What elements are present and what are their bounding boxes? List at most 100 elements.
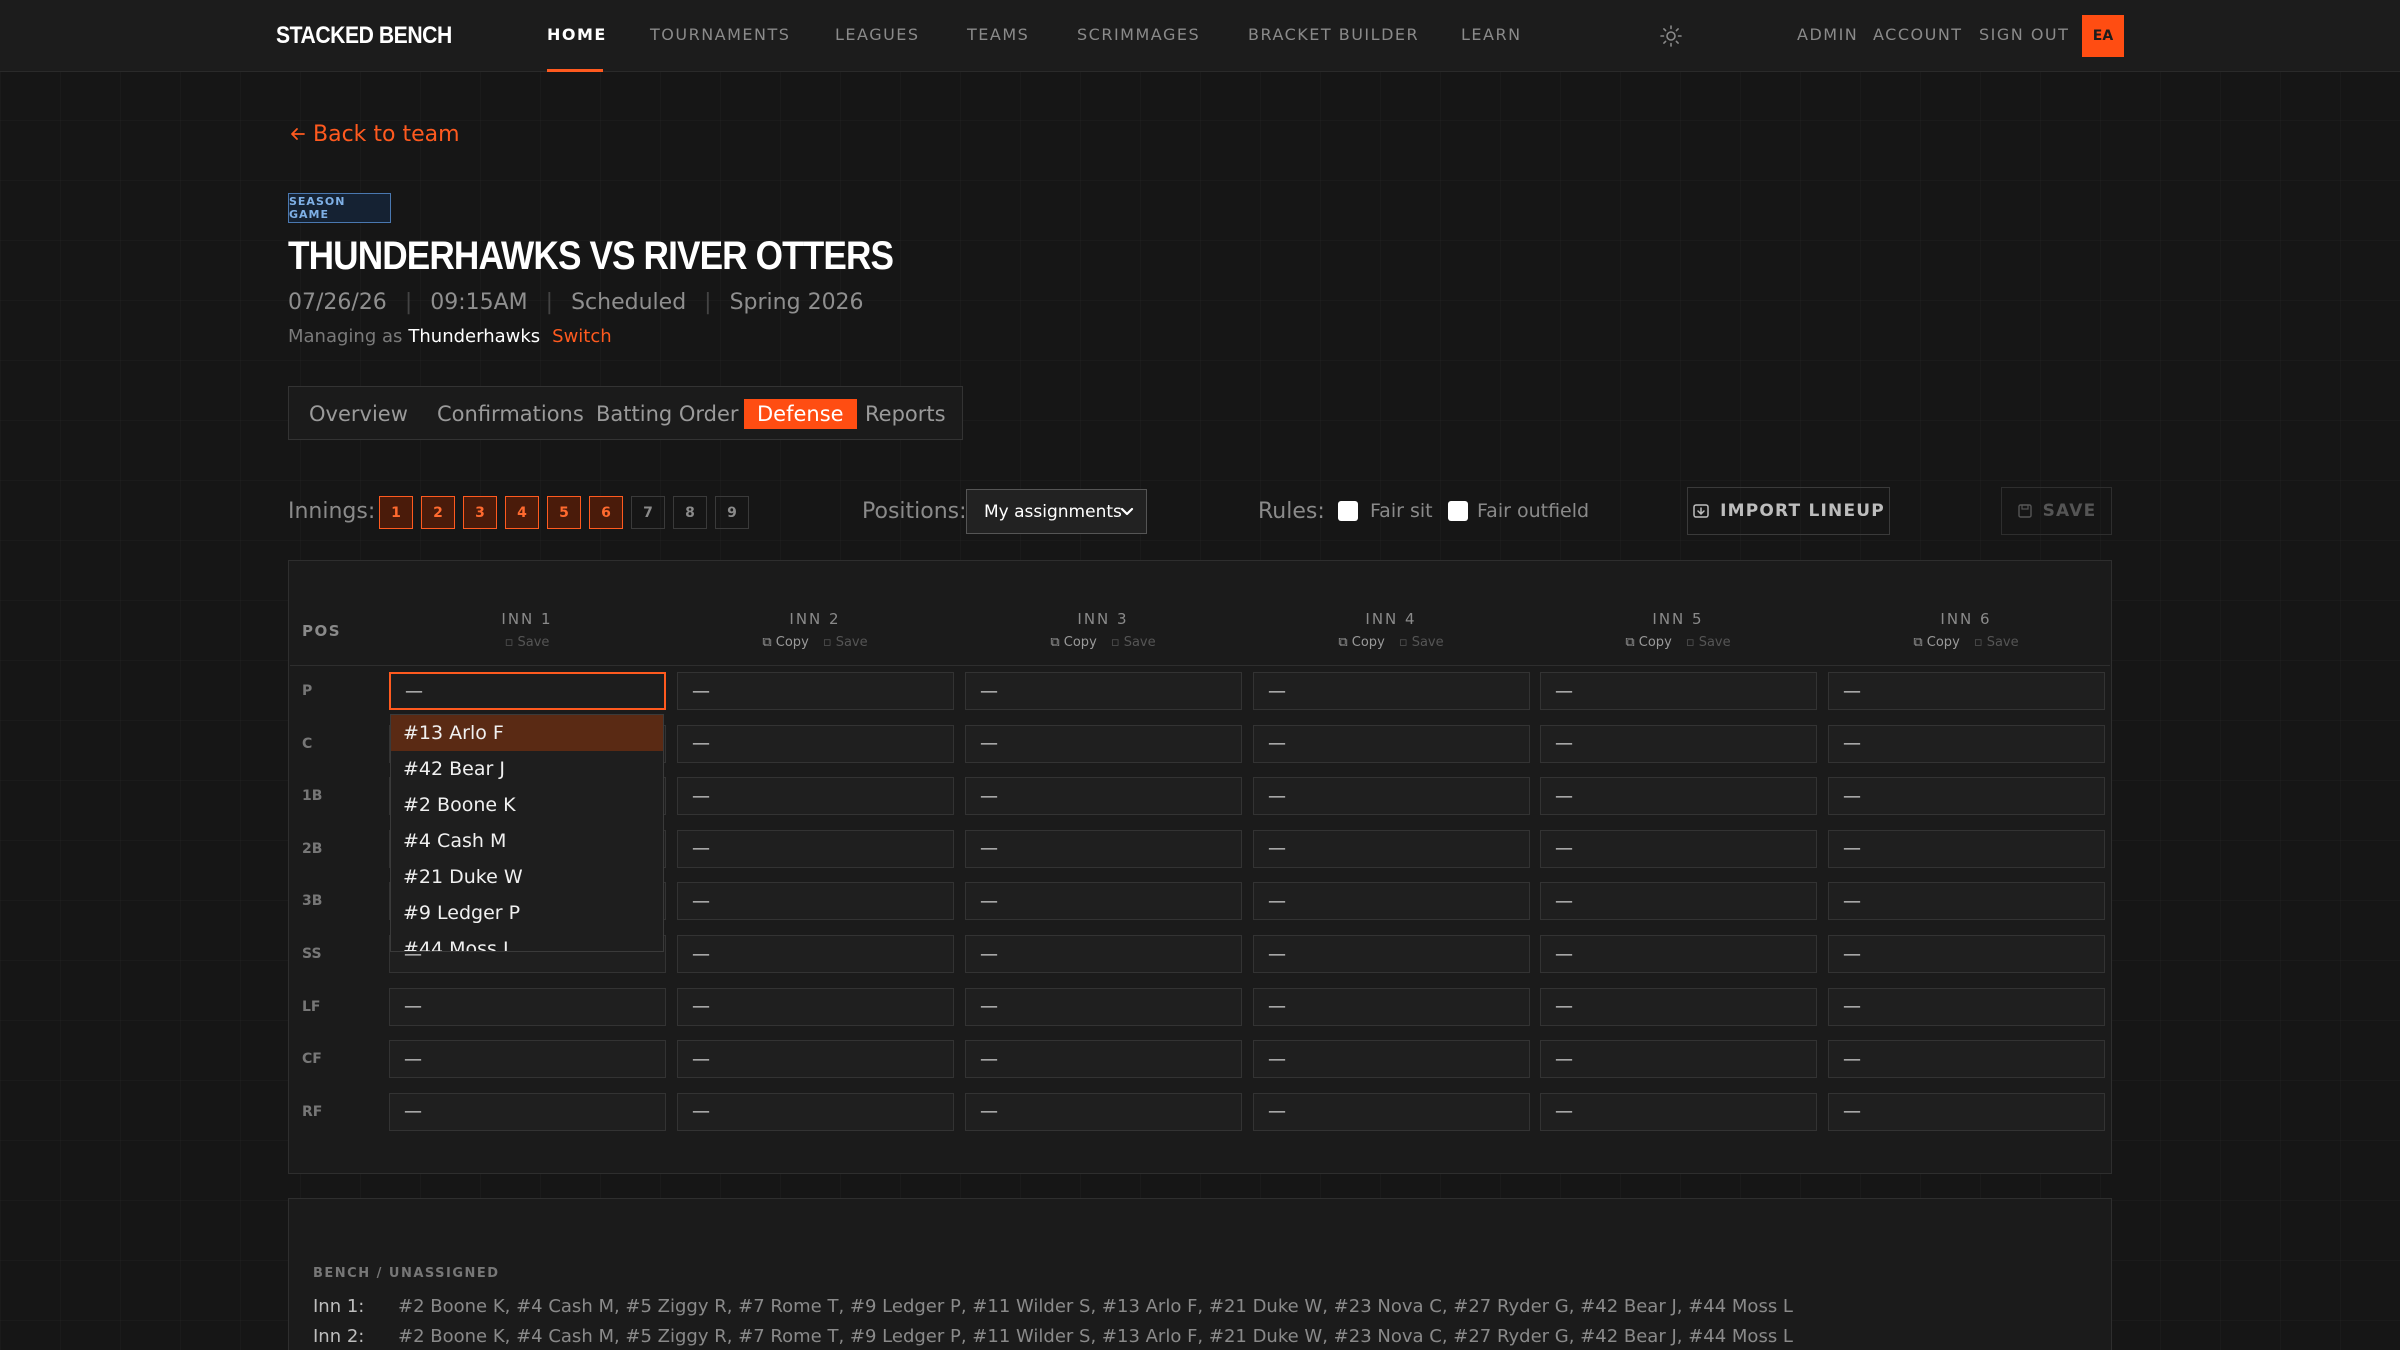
assignment-cell[interactable]: — [1828,987,2105,1026]
assignment-cell[interactable]: — [1253,672,1530,710]
assignment-cell[interactable]: — [965,777,1242,816]
nav-sign-out[interactable]: SIGN OUT [1979,25,2069,44]
assignment-cell[interactable]: — [677,672,954,710]
assignment-cell[interactable]: — [1828,672,2105,710]
inning-toggle-7[interactable]: 7 [631,496,665,529]
fair-sit-checkbox[interactable] [1338,501,1358,521]
save-inning-button[interactable]: ▫ Save [1974,635,2019,650]
assignment-cell[interactable]: — [1828,882,2105,921]
player-option[interactable]: #21 Duke W [391,859,663,895]
assignment-cell[interactable]: — [389,1092,666,1131]
player-option[interactable]: #42 Bear J [391,751,663,787]
inning-toggle-6[interactable]: 6 [589,496,623,529]
assignment-cell[interactable]: — [965,829,1242,868]
assignment-cell[interactable]: — [1828,724,2105,763]
assignment-cell[interactable]: — [1540,672,1817,710]
inning-toggle-3[interactable]: 3 [463,496,497,529]
player-option[interactable]: #2 Boone K [391,787,663,823]
assignment-cell[interactable]: — [1253,882,1530,921]
assignment-cell[interactable]: — [965,987,1242,1026]
assignment-cell[interactable]: — [389,987,666,1026]
assignment-cell[interactable]: — [677,935,954,973]
user-avatar[interactable]: EA [2082,15,2124,57]
assignment-cell[interactable]: — [965,935,1242,973]
inning-toggle-4[interactable]: 4 [505,496,539,529]
assignment-cell[interactable]: — [965,882,1242,921]
copy-inning-button[interactable]: ⧉ Copy [1338,635,1384,650]
switch-team-link[interactable]: Switch [552,326,612,347]
player-option[interactable]: #9 Ledger P [391,895,663,931]
assignment-cell[interactable]: — [1253,777,1530,816]
assignment-cell[interactable]: — [677,1040,954,1079]
nav-bracket-builder[interactable]: BRACKET BUILDER [1248,25,1419,44]
assignment-cell[interactable]: — [677,724,954,763]
assignment-cell[interactable]: — [1540,882,1817,921]
nav-learn[interactable]: LEARN [1461,25,1522,44]
assignment-cell[interactable]: — [965,1040,1242,1079]
copy-inning-button[interactable]: ⧉ Copy [762,635,808,650]
nav-home[interactable]: HOME [547,25,607,44]
tab-overview[interactable]: Overview [296,399,421,429]
copy-inning-button[interactable]: ⧉ Copy [1913,635,1959,650]
nav-scrimmages[interactable]: SCRIMMAGES [1077,25,1200,44]
player-option[interactable]: #13 Arlo F [391,715,663,751]
assignment-cell[interactable]: — [965,1092,1242,1131]
assignment-cell[interactable]: — [677,882,954,921]
assignment-cell[interactable]: — [965,724,1242,763]
assignment-cell[interactable]: — [1253,1092,1530,1131]
save-inning-button[interactable]: ▫ Save [505,635,550,650]
save-button[interactable]: SAVE [2001,487,2112,535]
assignment-cell[interactable]: — [1253,724,1530,763]
assignment-cell[interactable]: — [1540,987,1817,1026]
tab-reports[interactable]: Reports [852,399,959,429]
assignment-cell[interactable]: — [389,1040,666,1079]
assignment-cell[interactable]: — [1540,935,1817,973]
assignment-cell[interactable]: — [1540,777,1817,816]
assignment-cell[interactable]: — [1253,935,1530,973]
assignment-cell[interactable]: — [1253,987,1530,1026]
nav-leagues[interactable]: LEAGUES [835,25,920,44]
assignment-cell[interactable]: — [389,672,666,710]
assignment-cell[interactable]: — [677,829,954,868]
assignment-cell[interactable]: — [1253,1040,1530,1079]
assignment-cell[interactable]: — [677,987,954,1026]
nav-tournaments[interactable]: TOURNAMENTS [650,25,790,44]
copy-inning-button[interactable]: ⧉ Copy [1625,635,1671,650]
copy-inning-button[interactable]: ⧉ Copy [1050,635,1096,650]
player-option[interactable]: #44 Moss L [391,931,663,951]
inning-toggle-9[interactable]: 9 [715,496,749,529]
assignment-cell[interactable]: — [1828,1040,2105,1079]
assignment-cell[interactable]: — [1828,935,2105,973]
tab-confirmations[interactable]: Confirmations [424,399,597,429]
save-inning-button[interactable]: ▫ Save [823,635,868,650]
fair-outfield-checkbox[interactable] [1448,501,1468,521]
app-logo[interactable]: STACKED BENCH [276,22,452,50]
assignment-cell[interactable]: — [1828,829,2105,868]
assignment-cell[interactable]: — [1828,1092,2105,1131]
assignment-cell[interactable]: — [677,777,954,816]
nav-account[interactable]: ACCOUNT [1873,25,1963,44]
back-to-team-link[interactable]: Back to team [289,122,460,147]
assignment-cell[interactable]: — [1540,829,1817,868]
nav-teams[interactable]: TEAMS [967,25,1029,44]
assignment-cell[interactable]: — [677,1092,954,1131]
assignment-cell[interactable]: — [1253,829,1530,868]
assignment-cell[interactable]: — [965,672,1242,710]
inning-toggle-1[interactable]: 1 [379,496,413,529]
inning-toggle-2[interactable]: 2 [421,496,455,529]
tab-batting-order[interactable]: Batting Order [583,399,752,429]
nav-admin[interactable]: ADMIN [1797,25,1858,44]
save-inning-button[interactable]: ▫ Save [1399,635,1444,650]
assignment-cell[interactable]: — [1540,1092,1817,1131]
positions-select[interactable]: My assignments [966,489,1147,534]
player-option[interactable]: #4 Cash M [391,823,663,859]
import-lineup-button[interactable]: IMPORT LINEUP [1687,487,1890,535]
save-inning-button[interactable]: ▫ Save [1111,635,1156,650]
assignment-cell[interactable]: — [1540,724,1817,763]
assignment-cell[interactable]: — [1540,1040,1817,1079]
inning-toggle-8[interactable]: 8 [673,496,707,529]
inning-toggle-5[interactable]: 5 [547,496,581,529]
sun-icon[interactable] [1659,24,1683,48]
tab-defense[interactable]: Defense [744,399,857,429]
assignment-cell[interactable]: — [1828,777,2105,816]
